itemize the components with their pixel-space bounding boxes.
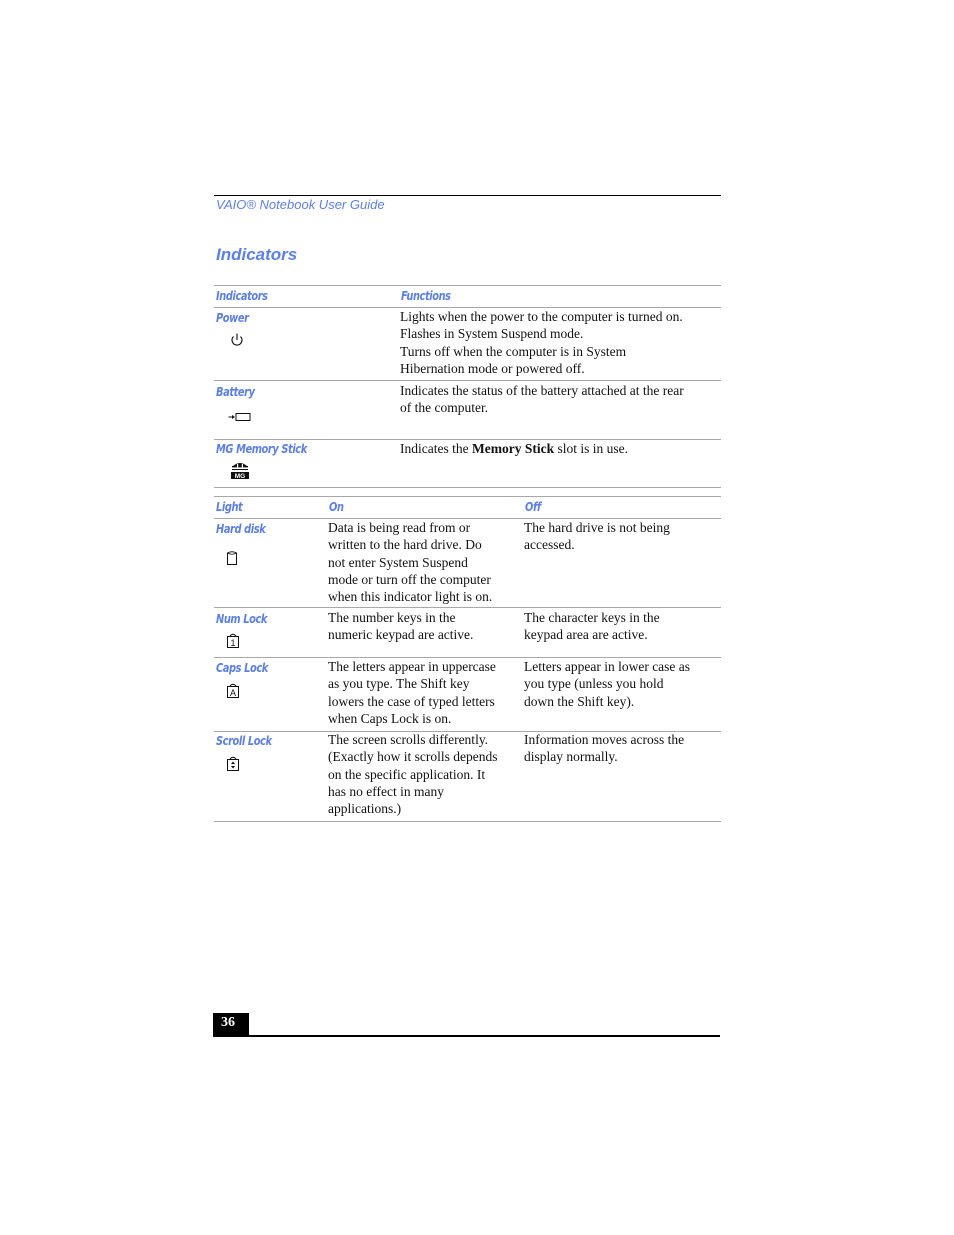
text-line: written to the hard drive. Do [328, 537, 482, 553]
text-suffix: slot is in use. [554, 441, 628, 456]
row-divider [214, 607, 721, 608]
text-line: Indicates the status of the battery atta… [400, 383, 684, 398]
table2-row-num-lock-off: The character keys in the keypad area ar… [524, 609, 660, 644]
table1-bottom-rule [214, 487, 721, 488]
text-line: The character keys in the [524, 610, 660, 625]
text-line: lowers the case of typed letters [328, 693, 495, 709]
table2-row-hard-disk-label: Hard disk [216, 522, 266, 536]
document-page: VAIO® Notebook User Guide Indicators Ind… [0, 0, 954, 1235]
table1-row-power-label: Power [216, 311, 249, 325]
top-rule [214, 195, 721, 196]
running-head: VAIO® Notebook User Guide [216, 197, 385, 212]
table2-row-hard-disk-on: Data is being read from or written to th… [328, 519, 492, 605]
text-line: you type (unless you hold [524, 676, 664, 692]
text-line: The number keys in the [328, 610, 456, 625]
table2-row-caps-lock-on: The letters appear in uppercase as you t… [328, 658, 496, 727]
text-line: Turns off when the computer is in System [400, 343, 627, 359]
table2-bottom-rule [214, 821, 721, 822]
text-line: Hibernation mode or powered off. [400, 360, 585, 376]
table1-top-rule [214, 285, 721, 286]
text-line: when this indicator light is on. [328, 589, 493, 605]
text-line: The screen scrolls differently. [328, 732, 489, 747]
caps-lock-icon: A [227, 683, 239, 698]
table2-row-scroll-lock-on: The screen scrolls differently. (Exactly… [328, 731, 497, 817]
text-line: The hard drive is not being [524, 520, 670, 535]
text-line: Lights when the power to the computer is… [400, 309, 683, 324]
table2-header-on: On [329, 500, 344, 514]
text-line: of the computer. [400, 400, 489, 416]
text-line: mode or turn off the computer [328, 571, 491, 587]
text-line: The letters appear in uppercase [328, 659, 496, 674]
text-line: down the Shift key). [524, 693, 635, 709]
table2-header-light: Light [216, 500, 243, 514]
text-line: Flashes in System Suspend mode. [400, 326, 584, 342]
text-line: Letters appear in lower case as [524, 659, 691, 674]
table2-row-num-lock-on: The number keys in the numeric keypad ar… [328, 609, 473, 644]
num-lock-icon: 1 [227, 633, 239, 648]
table1-header-indicators: Indicators [216, 289, 268, 303]
table1-header-functions: Functions [401, 289, 451, 303]
text-line: on the specific application. It [328, 766, 486, 782]
text-line: as you type. The Shift key [328, 676, 470, 692]
text-prefix: Indicates the [400, 441, 472, 456]
text-line: Data is being read from or [328, 520, 471, 535]
table2-row-scroll-lock-label: Scroll Lock [216, 734, 272, 748]
battery-icon [228, 413, 251, 421]
table1-row-battery-label: Battery [216, 385, 255, 399]
text-line: when Caps Lock is on. [328, 710, 452, 726]
memory-stick-icon: MG [231, 463, 249, 480]
memory-stick-term: Memory Stick [471, 441, 555, 456]
text-line: applications.) [328, 801, 402, 817]
power-icon [231, 333, 243, 346]
bottom-rule [214, 1035, 720, 1037]
text-line: numeric keypad are active. [328, 627, 474, 643]
table2-top-rule [214, 496, 721, 497]
text-line: has no effect in many [328, 783, 444, 799]
text-line: not enter System Suspend [328, 554, 468, 570]
table1-row-battery-function: Indicates the status of the battery atta… [400, 382, 684, 417]
text-line: Information moves across the [524, 732, 685, 747]
table1-row-power-function: Lights when the power to the computer is… [400, 308, 683, 377]
table1-row-memory-stick-function: Indicates the Memory Stick slot is in us… [400, 440, 628, 457]
svg-text:1: 1 [230, 638, 235, 648]
text-line: accessed. [524, 537, 575, 553]
table2-row-scroll-lock-off: Information moves across the display nor… [524, 731, 684, 766]
hard-disk-icon [227, 551, 237, 565]
row-divider [214, 380, 721, 381]
table2-row-caps-lock-label: Caps Lock [216, 661, 268, 675]
table2-row-num-lock-label: Num Lock [216, 612, 268, 626]
text-line: display normally. [524, 749, 618, 765]
scroll-lock-icon [227, 756, 239, 771]
table2-row-hard-disk-off: The hard drive is not being accessed. [524, 519, 670, 554]
text-line: keypad area are active. [524, 627, 648, 643]
svg-text:A: A [230, 688, 236, 698]
table2-header-off: Off [525, 500, 541, 514]
table2-row-caps-lock-off: Letters appear in lower case as you type… [524, 658, 690, 710]
page-number: 36 [221, 1015, 235, 1030]
section-title: Indicators [216, 245, 298, 264]
svg-text:MG: MG [235, 473, 245, 480]
table1-row-memory-stick-label: MG Memory Stick [216, 442, 307, 456]
text-line: (Exactly how it scrolls depends [328, 749, 498, 765]
